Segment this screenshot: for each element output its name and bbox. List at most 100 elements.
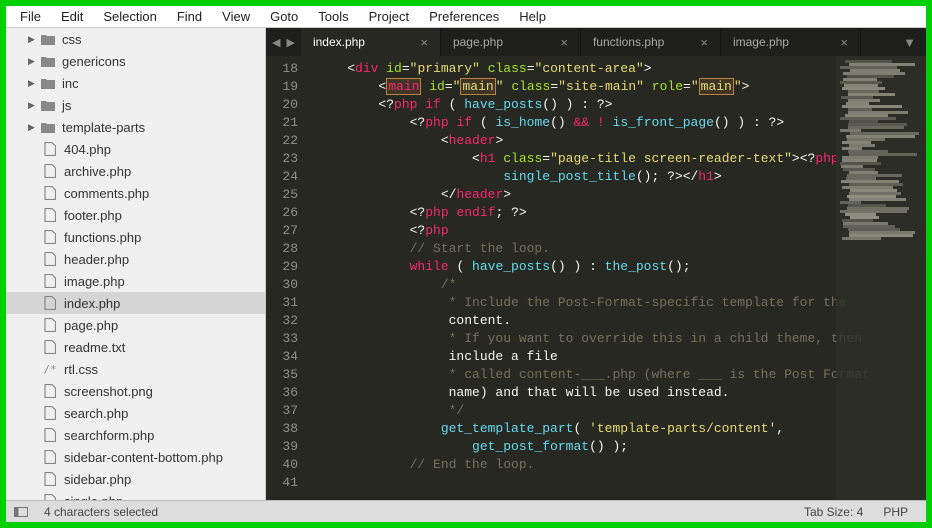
tree-item-label: genericons <box>62 54 126 69</box>
tree-item-label: header.php <box>64 252 129 267</box>
file-footer-php[interactable]: footer.php <box>6 204 265 226</box>
folder-js[interactable]: ▶ js <box>6 94 265 116</box>
file-tree[interactable]: ▶ css ▶ genericons ▶ inc ▶ js ▶ template-parts 404… <box>6 28 266 500</box>
folder-icon <box>40 100 56 111</box>
file-icon <box>42 472 58 486</box>
tab-label: image.php <box>733 35 789 49</box>
menu-edit[interactable]: Edit <box>51 7 93 26</box>
file-icon <box>42 142 58 156</box>
status-selection: 4 characters selected <box>34 505 168 519</box>
file-index-php[interactable]: index.php <box>6 292 265 314</box>
tree-item-label: image.php <box>64 274 125 289</box>
file-search-php[interactable]: search.php <box>6 402 265 424</box>
tree-item-label: index.php <box>64 296 120 311</box>
file-icon <box>42 186 58 200</box>
file-searchform-php[interactable]: searchform.php <box>6 424 265 446</box>
tab-label: page.php <box>453 35 503 49</box>
tree-item-label: searchform.php <box>64 428 154 443</box>
tree-item-label: 404.php <box>64 142 111 157</box>
menubar: FileEditSelectionFindViewGotoToolsProjec… <box>6 6 926 28</box>
tree-item-label: readme.txt <box>64 340 125 355</box>
tree-item-label: comments.php <box>64 186 149 201</box>
menu-view[interactable]: View <box>212 7 260 26</box>
file-404-php[interactable]: 404.php <box>6 138 265 160</box>
folder-icon <box>40 122 56 133</box>
menu-help[interactable]: Help <box>509 7 556 26</box>
tab-label: index.php <box>313 35 365 49</box>
tree-item-label: page.php <box>64 318 118 333</box>
tree-item-label: sidebar-content-bottom.php <box>64 450 223 465</box>
status-tabsize[interactable]: Tab Size: 4 <box>794 505 873 519</box>
file-icon <box>42 208 58 222</box>
tree-item-label: functions.php <box>64 230 141 245</box>
file-icon: /* <box>42 363 58 376</box>
file-comments-php[interactable]: comments.php <box>6 182 265 204</box>
folder-genericons[interactable]: ▶ genericons <box>6 50 265 72</box>
panel-toggle-icon[interactable] <box>14 507 34 517</box>
tab-image-php[interactable]: image.php × <box>721 28 861 56</box>
tab-page-php[interactable]: page.php × <box>441 28 581 56</box>
folder-css[interactable]: ▶ css <box>6 28 265 50</box>
file-screenshot-png[interactable]: screenshot.png <box>6 380 265 402</box>
code-editor[interactable]: <div id="primary" class="content-area"> … <box>308 56 926 500</box>
file-rtl-css[interactable]: /* rtl.css <box>6 358 265 380</box>
tab-bar: ◀ ▶ index.php×page.php×functions.php×ima… <box>266 28 926 56</box>
folder-template-parts[interactable]: ▶ template-parts <box>6 116 265 138</box>
close-icon[interactable]: × <box>700 35 708 50</box>
menu-tools[interactable]: Tools <box>308 7 358 26</box>
tree-item-label: archive.php <box>64 164 131 179</box>
folder-icon <box>40 34 56 45</box>
tab-nav-back-icon[interactable]: ◀ <box>272 36 280 49</box>
status-syntax[interactable]: PHP <box>873 505 918 519</box>
menu-goto[interactable]: Goto <box>260 7 308 26</box>
tree-item-label: rtl.css <box>64 362 98 377</box>
file-readme-txt[interactable]: readme.txt <box>6 336 265 358</box>
file-functions-php[interactable]: functions.php <box>6 226 265 248</box>
menu-project[interactable]: Project <box>359 7 419 26</box>
menu-file[interactable]: File <box>10 7 51 26</box>
tree-item-label: footer.php <box>64 208 122 223</box>
file-archive-php[interactable]: archive.php <box>6 160 265 182</box>
file-sidebar-content-bottom-php[interactable]: sidebar-content-bottom.php <box>6 446 265 468</box>
file-icon <box>42 230 58 244</box>
menu-preferences[interactable]: Preferences <box>419 7 509 26</box>
expand-arrow-icon[interactable]: ▶ <box>28 56 40 67</box>
file-icon <box>42 340 58 354</box>
tree-item-label: js <box>62 98 71 113</box>
file-icon <box>42 406 58 420</box>
tab-functions-php[interactable]: functions.php × <box>581 28 721 56</box>
tab-overflow-icon[interactable]: ▼ <box>893 28 926 56</box>
file-image-php[interactable]: image.php <box>6 270 265 292</box>
file-page-php[interactable]: page.php <box>6 314 265 336</box>
file-icon <box>42 450 58 464</box>
tab-nav: ◀ ▶ <box>266 28 301 56</box>
tree-item-label: inc <box>62 76 79 91</box>
file-single-php[interactable]: single.php <box>6 490 265 500</box>
file-icon <box>42 384 58 398</box>
close-icon[interactable]: × <box>560 35 568 50</box>
tree-item-label: sidebar.php <box>64 472 131 487</box>
tab-nav-forward-icon[interactable]: ▶ <box>286 36 294 49</box>
close-icon[interactable]: × <box>840 35 848 50</box>
close-icon[interactable]: × <box>420 35 428 50</box>
tab-index-php[interactable]: index.php × <box>301 28 441 56</box>
folder-icon <box>40 56 56 67</box>
tree-item-label: template-parts <box>62 120 145 135</box>
file-sidebar-php[interactable]: sidebar.php <box>6 468 265 490</box>
file-header-php[interactable]: header.php <box>6 248 265 270</box>
file-icon <box>42 164 58 178</box>
line-gutter: 1819202122232425262728293031323334353637… <box>266 56 308 500</box>
tree-item-label: css <box>62 32 82 47</box>
menu-selection[interactable]: Selection <box>93 7 166 26</box>
expand-arrow-icon[interactable]: ▶ <box>28 78 40 89</box>
folder-inc[interactable]: ▶ inc <box>6 72 265 94</box>
file-icon <box>42 296 58 310</box>
file-icon <box>42 274 58 288</box>
tab-label: functions.php <box>593 35 664 49</box>
tree-item-label: screenshot.png <box>64 384 153 399</box>
expand-arrow-icon[interactable]: ▶ <box>28 34 40 45</box>
expand-arrow-icon[interactable]: ▶ <box>28 100 40 111</box>
expand-arrow-icon[interactable]: ▶ <box>28 122 40 133</box>
file-icon <box>42 428 58 442</box>
menu-find[interactable]: Find <box>167 7 212 26</box>
